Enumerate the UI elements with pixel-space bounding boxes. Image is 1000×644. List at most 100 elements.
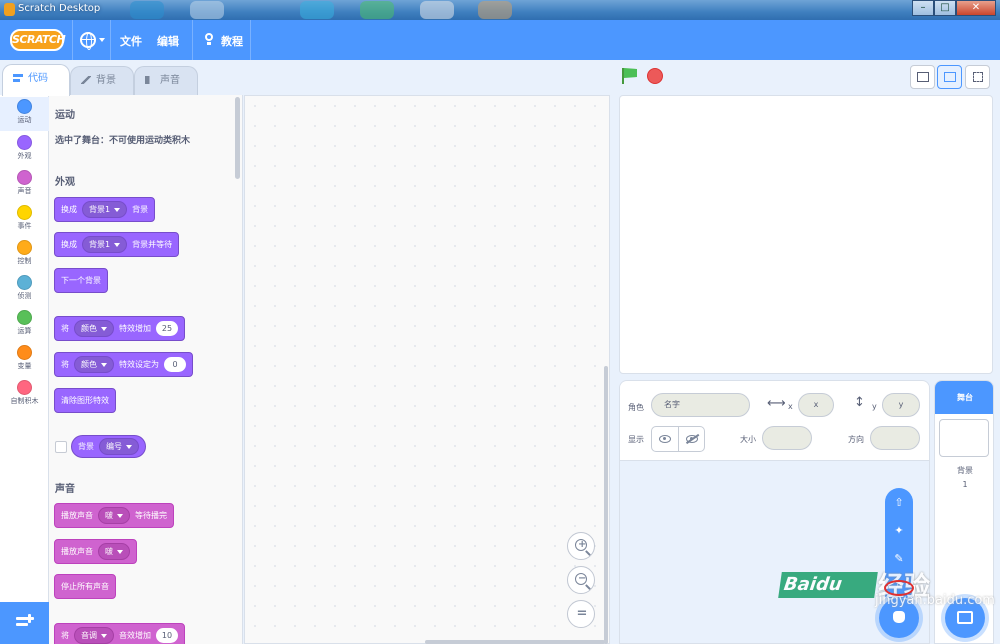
block-next-backdrop[interactable]: 下一个背景 — [54, 268, 108, 293]
sound-effect-dropdown[interactable]: 音调 — [74, 627, 114, 644]
choose-sprite-button[interactable] — [879, 598, 919, 638]
tab-code[interactable]: 代码 — [2, 64, 70, 96]
category-dot — [17, 170, 32, 185]
add-extension-button[interactable] — [0, 602, 49, 644]
desktop-decoration — [420, 1, 454, 19]
stop-button[interactable] — [647, 68, 663, 84]
dropdown-value: 啵 — [105, 511, 113, 520]
script-area-horizontal-scrollbar[interactable] — [425, 640, 605, 644]
tab-label: 背景 — [96, 75, 116, 86]
direction-label: 方向 — [848, 435, 864, 444]
dropdown-value: 颜色 — [81, 360, 97, 369]
block-change-sound-effect[interactable]: 将 音调 音效增加 10 — [54, 623, 185, 644]
zoom-out-button[interactable]: − — [567, 566, 595, 594]
backdrop-dropdown[interactable]: 背景1 — [82, 236, 128, 253]
normal-stage-button[interactable] — [937, 65, 962, 89]
block-play-sound-until-done[interactable]: 播放声音 啵 等待播完 — [54, 503, 174, 528]
category-variables[interactable]: 变量 — [0, 343, 49, 377]
effect-dropdown[interactable]: 颜色 — [74, 320, 114, 337]
backdrop-dropdown[interactable]: 背景1 — [82, 201, 128, 218]
close-button[interactable]: ✕ — [956, 0, 996, 16]
show-sprite-button[interactable] — [652, 427, 678, 451]
block-switch-backdrop[interactable]: 换成 背景1 背景 — [54, 197, 156, 222]
upload-sprite-button[interactable]: ⇧ — [885, 490, 913, 516]
block-text: 背景 — [132, 205, 149, 214]
surprise-sprite-button[interactable]: ✦ — [885, 518, 913, 544]
palette-scrollbar[interactable] — [235, 97, 240, 179]
stage-canvas[interactable] — [619, 95, 993, 374]
block-text: 将 — [61, 360, 69, 369]
x-input[interactable]: x — [798, 393, 834, 417]
block-text: 将 — [61, 631, 69, 640]
small-stage-button[interactable] — [910, 65, 935, 89]
block-clear-effects[interactable]: 清除图形特效 — [54, 388, 116, 413]
y-input[interactable]: y — [882, 393, 920, 417]
choose-backdrop-button[interactable] — [945, 598, 985, 638]
brush-icon — [81, 76, 91, 84]
effect-dropdown[interactable]: 颜色 — [74, 356, 114, 373]
block-text: 特效设定为 — [119, 360, 159, 369]
block-set-effect[interactable]: 将 颜色 特效设定为 0 — [54, 352, 193, 377]
zoom-reset-button[interactable]: = — [567, 600, 595, 628]
category-control[interactable]: 控制 — [0, 238, 49, 272]
category-label: 自制积木 — [10, 397, 39, 405]
maximize-button[interactable]: □ — [934, 0, 956, 16]
category-label: 运算 — [17, 327, 32, 335]
block-text: 背景 — [78, 442, 94, 451]
number-input[interactable]: 10 — [156, 628, 178, 643]
category-sound[interactable]: 声音 — [0, 168, 49, 202]
category-motion[interactable]: 运动 — [0, 97, 49, 131]
paint-sprite-button[interactable]: ✎ — [885, 546, 913, 572]
category-sensing[interactable]: 侦测 — [0, 273, 49, 307]
globe-icon[interactable] — [80, 32, 96, 50]
script-area[interactable]: + − = — [244, 95, 610, 644]
cat-icon — [893, 611, 905, 623]
chevron-down-icon — [114, 207, 121, 212]
stage-thumbnail[interactable] — [939, 419, 989, 457]
block-backdrop-number-reporter[interactable]: 背景 编号 — [71, 435, 146, 458]
sound-dropdown[interactable]: 啵 — [98, 543, 130, 560]
zoom-in-button[interactable]: + — [567, 532, 595, 560]
block-text: 特效增加 — [119, 324, 151, 333]
file-menu[interactable]: 文件 — [120, 33, 142, 49]
script-area-vertical-scrollbar[interactable] — [604, 366, 608, 644]
tab-backdrops[interactable]: 背景 — [70, 66, 134, 96]
number-name-dropdown[interactable]: 编号 — [99, 438, 139, 455]
block-start-sound[interactable]: 播放声音 啵 — [54, 539, 137, 564]
minimize-button[interactable]: – — [912, 0, 934, 16]
code-icon — [13, 74, 23, 82]
reporter-checkbox[interactable] — [55, 441, 67, 453]
category-looks[interactable]: 外观 — [0, 133, 49, 167]
scratch-logo[interactable]: SCRATCH — [10, 29, 66, 51]
edit-menu[interactable]: 编辑 — [157, 33, 179, 49]
number-input[interactable]: 25 — [156, 321, 178, 336]
size-input[interactable] — [762, 426, 812, 450]
number-input[interactable]: 0 — [164, 357, 186, 372]
tab-label: 声音 — [160, 75, 180, 86]
block-text: 音效增加 — [119, 631, 151, 640]
speaker-icon — [145, 76, 155, 84]
sprite-name-input[interactable]: 名字 — [651, 393, 750, 417]
chevron-down-icon — [114, 242, 121, 247]
stage-header — [612, 60, 1000, 94]
block-text: 清除图形特效 — [61, 396, 109, 405]
block-stop-all-sounds[interactable]: 停止所有声音 — [54, 574, 116, 599]
green-flag-button[interactable] — [622, 68, 639, 84]
block-change-effect[interactable]: 将 颜色 特效增加 25 — [54, 316, 185, 341]
palette-heading-looks: 外观 — [55, 177, 75, 188]
tab-sounds[interactable]: 声音 — [134, 66, 198, 96]
desktop-decoration — [300, 1, 334, 19]
chevron-down-icon — [101, 326, 107, 331]
backdrops-label: 背景 — [957, 466, 973, 475]
category-events[interactable]: 事件 — [0, 203, 49, 237]
direction-input[interactable] — [870, 426, 920, 450]
normal-stage-icon — [944, 72, 956, 82]
motion-unavailable-note: 选中了舞台：不可使用运动类积木 — [55, 136, 191, 146]
block-switch-backdrop-wait[interactable]: 换成 背景1 背景并等待 — [54, 232, 180, 257]
sound-dropdown[interactable]: 啵 — [98, 507, 130, 524]
tutorials-menu[interactable]: 教程 — [221, 33, 243, 49]
category-operators[interactable]: 运算 — [0, 308, 49, 342]
category-my-blocks[interactable]: 自制积木 — [0, 378, 49, 412]
fullscreen-button[interactable] — [965, 65, 990, 89]
hide-sprite-button[interactable] — [677, 427, 705, 451]
